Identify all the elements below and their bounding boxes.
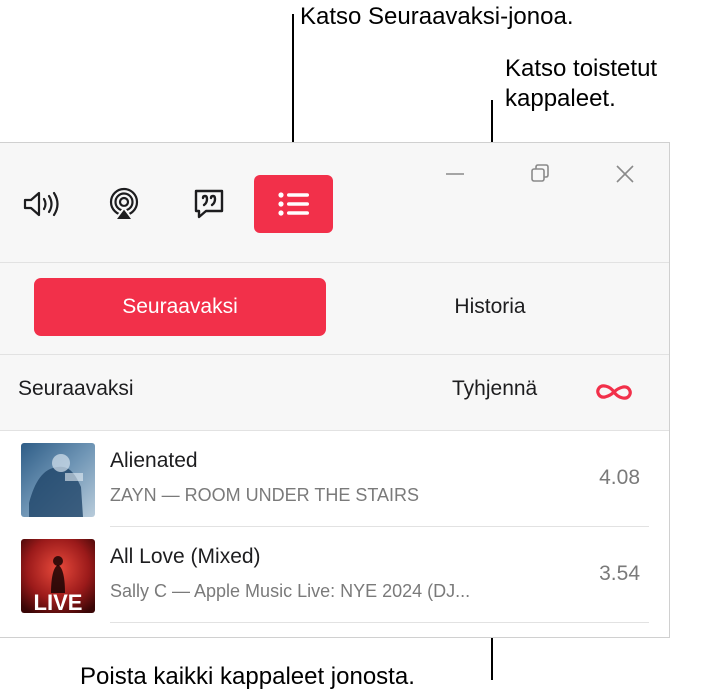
album-art: LIVE xyxy=(21,539,95,613)
album-art xyxy=(21,443,95,517)
callout-clear-queue: Poista kaikki kappaleet jonosta. xyxy=(80,663,415,690)
album-art-label: LIVE xyxy=(34,590,83,613)
callout-view-queue: Katso Seuraavaksi-jonoa. xyxy=(300,3,574,30)
lyrics-icon[interactable] xyxy=(188,183,230,225)
queue-header: Seuraavaksi Tyhjennä xyxy=(0,355,669,431)
queue-list-button[interactable] xyxy=(254,175,333,233)
list-item[interactable]: Alienated ZAYN — ROOM UNDER THE STAIRS 4… xyxy=(0,431,669,527)
callout-history-line1: Katso toistetut xyxy=(505,55,658,82)
queue-title: Seuraavaksi xyxy=(18,377,134,400)
divider xyxy=(110,622,649,623)
close-icon[interactable] xyxy=(612,161,638,187)
track-subtitle: Sally C — Apple Music Live: NYE 2024 (DJ… xyxy=(110,581,471,601)
queue-list-icon xyxy=(277,192,309,216)
list-item[interactable]: LIVE All Love (Mixed) Sally C — Apple Mu… xyxy=(0,527,669,623)
queue-tabs: Seuraavaksi Historia xyxy=(0,263,669,355)
infinity-icon[interactable] xyxy=(594,377,634,407)
track-duration: 4.08 xyxy=(599,466,640,489)
track-duration: 3.54 xyxy=(599,562,640,585)
restore-icon[interactable] xyxy=(527,161,553,187)
callout-view-history: Katso toistetut kappaleet. xyxy=(505,54,657,114)
tab-up-next[interactable]: Seuraavaksi xyxy=(34,278,326,336)
volume-icon[interactable] xyxy=(20,183,62,225)
music-window: Seuraavaksi Historia Seuraavaksi Tyhjenn… xyxy=(0,142,670,638)
toolbar xyxy=(0,143,669,263)
clear-queue-button[interactable]: Tyhjennä xyxy=(452,377,537,401)
track-title: Alienated xyxy=(110,449,198,472)
callout-history-line2: kappaleet. xyxy=(505,85,616,112)
airplay-icon[interactable] xyxy=(103,183,145,225)
tab-history[interactable]: Historia xyxy=(344,278,636,336)
track-title: All Love (Mixed) xyxy=(110,545,261,568)
minimize-icon[interactable] xyxy=(442,161,468,187)
track-subtitle: ZAYN — ROOM UNDER THE STAIRS xyxy=(110,485,420,505)
